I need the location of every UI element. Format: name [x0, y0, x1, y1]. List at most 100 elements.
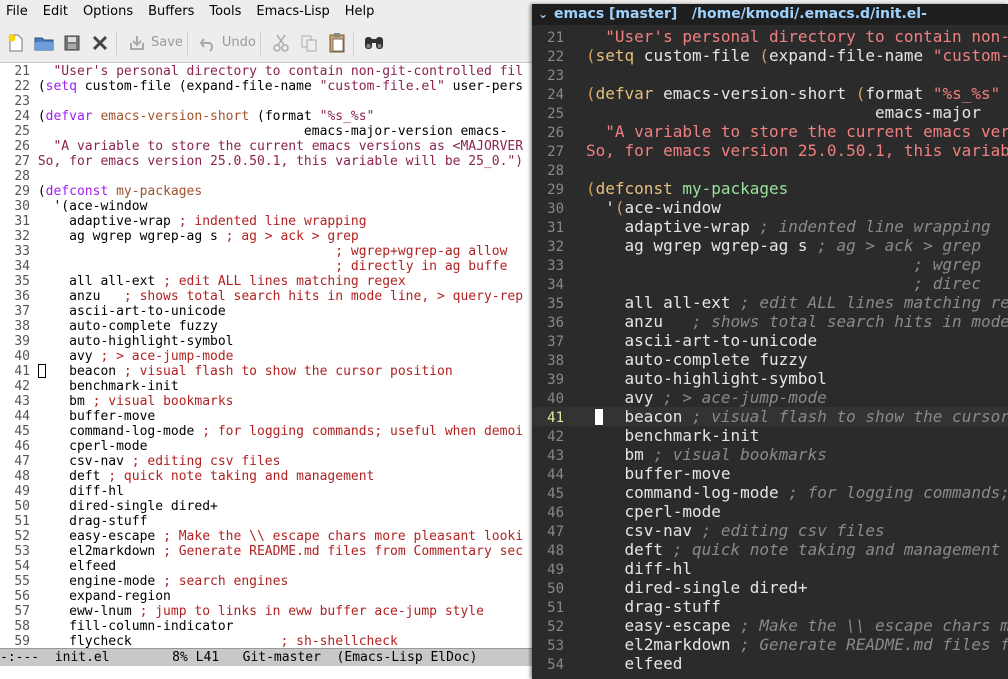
menu-edit[interactable]: Edit — [37, 0, 77, 23]
code-line[interactable]: 32 ag wgrep wgrep-ag s ; ag > ack > grep — [0, 229, 358, 244]
menu-help[interactable]: Help — [339, 0, 384, 23]
code-token: ; ag > ack > grep — [817, 236, 981, 255]
save-disk-button[interactable] — [60, 28, 84, 58]
code-line[interactable]: 58 fill-column-indicator — [0, 619, 233, 634]
code-line[interactable]: 47 csv-nav ; editing csv files — [0, 454, 280, 469]
close-buffer-button[interactable] — [88, 28, 112, 58]
code-line[interactable]: 33 ; wgrep+wgrep-ag allow — [0, 244, 507, 259]
code-line[interactable]: 53 el2markdown ; Generate README.md file… — [0, 544, 523, 559]
code-line[interactable]: 57 eww-lnum ; jump to links in eww buffe… — [0, 604, 484, 619]
code-line[interactable]: 23 — [0, 94, 38, 109]
code-line[interactable]: 24 (defvar emacs-version-short (format "… — [0, 109, 374, 124]
code-line[interactable]: 52 easy-escape ; Make the \\ escape char… — [532, 616, 1008, 635]
code-line[interactable]: 25 emacs-major-version emacs- — [0, 124, 507, 139]
code-line[interactable]: 28 — [0, 169, 38, 184]
window-title-bar[interactable]: ⌄ emacs [master] /home/kmodi/.emacs.d/in… — [532, 4, 1008, 25]
code-line[interactable]: 50 dired-single dired+ — [532, 578, 1008, 597]
code-line[interactable]: 45 command-log-mode ; for logging comman… — [0, 424, 523, 439]
right-code-buffer[interactable]: 21 "User's personal directory to contain… — [532, 25, 1008, 679]
menu-emacs-lisp[interactable]: Emacs-Lisp — [250, 0, 338, 23]
cut-button[interactable] — [269, 28, 293, 58]
undo-button[interactable]: Undo — [196, 28, 256, 58]
code-line[interactable]: 35 all all-ext ; edit ALL lines matching… — [0, 274, 405, 289]
search-button[interactable] — [362, 28, 386, 58]
code-line[interactable]: 43 bm ; visual bookmarks — [532, 445, 1008, 464]
code-line[interactable]: 41 beacon ; visual flash to show the cur… — [532, 407, 1008, 426]
code-line[interactable]: 45 command-log-mode ; for logging comman… — [532, 483, 1008, 502]
code-line[interactable]: 29 (defconst my-packages — [532, 179, 1008, 198]
code-line[interactable]: 59 flycheck ; sh-shellcheck — [0, 634, 398, 648]
menu-file[interactable]: File — [0, 0, 37, 23]
code-line[interactable]: 35 all all-ext ; edit ALL lines matching… — [532, 293, 1008, 312]
code-line[interactable]: 54 elfeed — [0, 559, 116, 574]
code-line[interactable]: 37 ascii-art-to-unicode — [0, 304, 226, 319]
code-line[interactable]: 26 "A variable to store the current emac… — [0, 139, 523, 154]
code-line[interactable]: 41 beacon ; visual flash to show the cur… — [0, 364, 452, 379]
code-line[interactable]: 49 diff-hl — [0, 484, 124, 499]
code-line[interactable]: 44 buffer-move — [0, 409, 155, 424]
code-line[interactable]: 36 anzu ; shows total search hits in mod… — [0, 289, 523, 304]
new-file-button[interactable] — [4, 28, 28, 58]
open-folder-button[interactable] — [32, 28, 56, 58]
code-line[interactable]: 32 ag wgrep wgrep-ag s ; ag > ack > grep — [532, 236, 1008, 255]
code-line[interactable]: 55 engine-mode ; search engines — [0, 574, 288, 589]
code-line[interactable]: 40 avy ; > ace-jump-mode — [0, 349, 233, 364]
menu-options[interactable]: Options — [77, 0, 142, 23]
code-line[interactable]: 53 el2markdown ; Generate README.md file… — [532, 635, 1008, 654]
code-line[interactable]: 39 auto-highlight-symbol — [532, 369, 1008, 388]
code-line[interactable]: 28 — [532, 160, 1008, 179]
minibuffer[interactable] — [0, 666, 532, 679]
code-line[interactable]: 29 (defconst my-packages — [0, 184, 202, 199]
code-line[interactable]: 30 '(ace-window — [532, 198, 1008, 217]
code-line[interactable]: 50 dired-single dired+ — [0, 499, 218, 514]
code-line[interactable]: 42 benchmark-init — [0, 379, 178, 394]
code-line[interactable]: 46 cperl-mode — [532, 502, 1008, 521]
code-line[interactable]: 21 "User's personal directory to contain… — [532, 27, 1008, 46]
code-line[interactable]: 49 diff-hl — [532, 559, 1008, 578]
code-line[interactable]: 23 — [532, 65, 1008, 84]
menu-tools[interactable]: Tools — [203, 0, 250, 23]
code-line[interactable]: 56 expand-region — [0, 589, 171, 604]
code-line[interactable]: 22 (setq custom-file (expand-file-name "… — [0, 79, 523, 94]
code-line[interactable]: 33 ; wgrep — [532, 255, 1008, 274]
code-line[interactable]: 38 auto-complete fuzzy — [0, 319, 218, 334]
code-line[interactable]: 47 csv-nav ; editing csv files — [532, 521, 1008, 540]
code-line[interactable]: 34 ; direc — [532, 274, 1008, 293]
code-line[interactable]: 25 emacs-major — [532, 103, 1008, 122]
left-code-buffer[interactable]: 21 "User's personal directory to contain… — [0, 63, 532, 648]
code-line[interactable]: 37 ascii-art-to-unicode — [532, 331, 1008, 350]
code-line[interactable]: 34 ; directly in ag buffe — [0, 259, 507, 274]
code-line[interactable]: 40 avy ; > ace-jump-mode — [532, 388, 1008, 407]
code-line[interactable]: 22 (setq custom-file (expand-file-name "c… — [532, 46, 1008, 65]
code-line[interactable]: 26 "A variable to store the current emac… — [532, 122, 1008, 141]
code-token: ascii-art-to-unicode — [37, 304, 226, 319]
code-line[interactable]: 51 drag-stuff — [532, 597, 1008, 616]
save-button[interactable]: Save — [125, 28, 183, 58]
code-line[interactable]: 27 So, for emacs version 25.0.50.1, this … — [532, 141, 1008, 160]
code-line[interactable]: 54 elfeed — [532, 654, 1008, 673]
code-line[interactable]: 38 auto-complete fuzzy — [532, 350, 1008, 369]
code-line[interactable]: 42 benchmark-init — [532, 426, 1008, 445]
code-line[interactable]: 24 (defvar emacs-version-short (format "%… — [532, 84, 1008, 103]
menu-buffers[interactable]: Buffers — [142, 0, 203, 23]
code-token: ; Generate README.md files from Commenta… — [163, 544, 524, 559]
code-line[interactable]: 48 deft ; quick note taking and manageme… — [0, 469, 374, 484]
copy-button[interactable] — [297, 28, 321, 58]
code-token: "%s_%s" — [319, 109, 375, 124]
code-line[interactable]: 48 deft ; quick note taking and manageme… — [532, 540, 1008, 559]
code-line[interactable]: 27 So, for emacs version 25.0.50.1, this… — [0, 154, 523, 169]
code-line[interactable]: 44 buffer-move — [532, 464, 1008, 483]
code-line[interactable]: 39 auto-highlight-symbol — [0, 334, 233, 349]
code-line[interactable]: 30 '(ace-window — [0, 199, 147, 214]
code-line[interactable]: 31 adaptive-wrap ; indented line wrappin… — [0, 214, 366, 229]
code-line[interactable]: 21 "User's personal directory to contain… — [0, 64, 523, 79]
chevron-down-icon[interactable]: ⌄ — [532, 4, 554, 25]
code-line[interactable]: 46 cperl-mode — [0, 439, 147, 454]
code-line[interactable]: 31 adaptive-wrap ; indented line wrappin… — [532, 217, 1008, 236]
code-line[interactable]: 52 easy-escape ; Make the \\ escape char… — [0, 529, 523, 544]
code-line[interactable]: 36 anzu ; shows total search hits in mod… — [532, 312, 1008, 331]
code-line[interactable]: 43 bm ; visual bookmarks — [0, 394, 233, 409]
code-line[interactable]: 51 drag-stuff — [0, 514, 147, 529]
paste-button[interactable] — [325, 28, 349, 58]
code-token: ; edit ALL lines matching regex — [740, 293, 1008, 312]
